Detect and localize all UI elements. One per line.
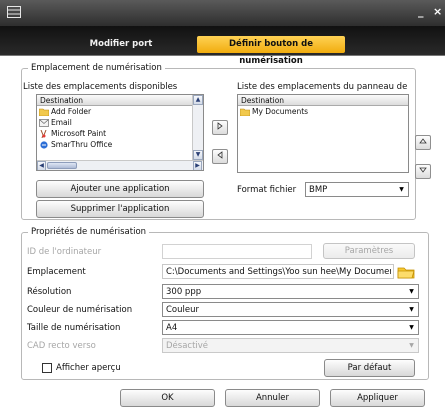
tab-modify-port[interactable]: Modifier port (62, 36, 180, 53)
list-item-label: Email (51, 118, 72, 127)
move-down-button[interactable] (415, 164, 431, 179)
list-item-label: Microsoft Paint (51, 129, 107, 138)
dropdown-arrow-icon: ▼ (409, 342, 414, 349)
dropdown-arrow-icon: ▼ (409, 306, 414, 313)
scan-color-label: Couleur de numérisation (27, 305, 133, 315)
duplex-select[interactable]: Désactivé ▼ (162, 338, 419, 353)
list-item-label: SmarThru Office (51, 140, 113, 149)
dropdown-arrow-icon: ▼ (399, 186, 404, 193)
scroll-up-arrow-icon[interactable]: ▲ (193, 95, 203, 105)
resolution-select[interactable]: 300 ppp ▼ (162, 284, 419, 299)
folder-add-icon (39, 108, 49, 116)
paint-icon (40, 130, 47, 138)
available-list-vscrollbar[interactable]: ▲ ▼ (192, 95, 203, 160)
scroll-down-arrow-icon[interactable]: ▼ (193, 150, 203, 160)
resolution-label: Résolution (27, 287, 72, 297)
triangle-up-icon (419, 138, 427, 144)
scan-color-select[interactable]: Couleur ▼ (162, 302, 419, 317)
list-item-smarthru-office[interactable]: SmarThru Office (37, 139, 203, 150)
cancel-button[interactable]: Annuler (225, 389, 320, 407)
tab-bar: Modifier port Définir bouton de numérisa… (0, 26, 445, 66)
move-up-button[interactable] (415, 135, 431, 150)
panel-list-header: Destination (238, 95, 408, 106)
triangle-right-icon (217, 122, 223, 130)
panel-locations-label: Liste des emplacements du panneau de (237, 82, 408, 92)
dropdown-arrow-icon: ▼ (409, 288, 414, 295)
parameters-button[interactable]: Paramètres (323, 243, 415, 259)
dropdown-arrow-icon: ▼ (409, 324, 414, 331)
hscroll-thumb[interactable] (47, 162, 77, 169)
remove-application-button[interactable]: Supprimer l'application (36, 200, 204, 218)
smarthru-icon (40, 141, 48, 149)
location-field[interactable]: C:\Documents and Settings\Yoo sun hee\My… (162, 264, 394, 279)
file-format-select[interactable]: BMP ▼ (305, 182, 409, 197)
available-locations-list[interactable]: Destination Add Folder Email Microsoft P… (36, 94, 204, 171)
location-value: C:\Documents and Settings\Yoo sun hee\My… (166, 267, 391, 277)
scan-size-select[interactable]: A4 ▼ (162, 320, 419, 335)
scan-location-group-title: Emplacement de numérisation (28, 62, 165, 74)
list-item-label: Add Folder (51, 107, 92, 116)
list-item-my-documents[interactable]: My Documents (238, 106, 408, 117)
default-button[interactable]: Par défaut (324, 359, 415, 377)
move-right-button[interactable] (212, 120, 228, 135)
list-item-add-folder[interactable]: Add Folder (37, 106, 203, 117)
scanner-app-icon (7, 6, 21, 18)
title-bar: _ × (0, 0, 445, 26)
panel-locations-list[interactable]: Destination My Documents (237, 94, 409, 173)
move-left-button[interactable] (212, 149, 228, 164)
preview-checkbox[interactable] (42, 363, 52, 373)
scan-properties-group-title: Propriétés de numérisation (28, 226, 150, 238)
duplex-value: Désactivé (166, 341, 209, 351)
location-label: Emplacement (27, 267, 86, 277)
preview-label: Afficher aperçu (56, 363, 121, 373)
file-format-label: Format fichier (237, 185, 297, 195)
triangle-left-icon (217, 151, 223, 159)
available-list-header: Destination (37, 95, 203, 106)
list-item-label: My Documents (252, 107, 309, 116)
available-list-hscrollbar[interactable]: ◀ ▶ (37, 160, 203, 170)
close-button[interactable]: × (433, 5, 442, 19)
apply-button[interactable]: Appliquer (330, 389, 425, 407)
file-format-value: BMP (309, 185, 328, 195)
duplex-label: CAD recto verso (27, 341, 96, 351)
triangle-down-icon (419, 167, 427, 173)
browse-folder-icon[interactable] (397, 265, 415, 279)
scan-size-value: A4 (166, 323, 178, 333)
computer-id-field[interactable] (162, 244, 312, 259)
resolution-value: 300 ppp (166, 287, 202, 297)
add-application-button[interactable]: Ajouter une application (36, 180, 204, 198)
available-locations-label: Liste des emplacements disponibles (23, 82, 178, 92)
scan-color-value: Couleur (166, 305, 199, 315)
scan-size-label: Taille de numérisation (27, 323, 121, 333)
email-icon (39, 119, 49, 127)
list-item-email[interactable]: Email (37, 117, 203, 128)
scroll-left-arrow-icon[interactable]: ◀ (37, 161, 46, 170)
computer-id-label: ID de l'ordinateur (27, 247, 102, 257)
list-item-microsoft-paint[interactable]: Microsoft Paint (37, 128, 203, 139)
folder-icon (240, 108, 250, 116)
minimize-button[interactable]: _ (418, 5, 424, 19)
tab-define-scan-button[interactable]: Définir bouton de numérisation (197, 36, 345, 66)
scroll-right-arrow-icon[interactable]: ▶ (193, 161, 202, 170)
ok-button[interactable]: OK (120, 389, 215, 407)
